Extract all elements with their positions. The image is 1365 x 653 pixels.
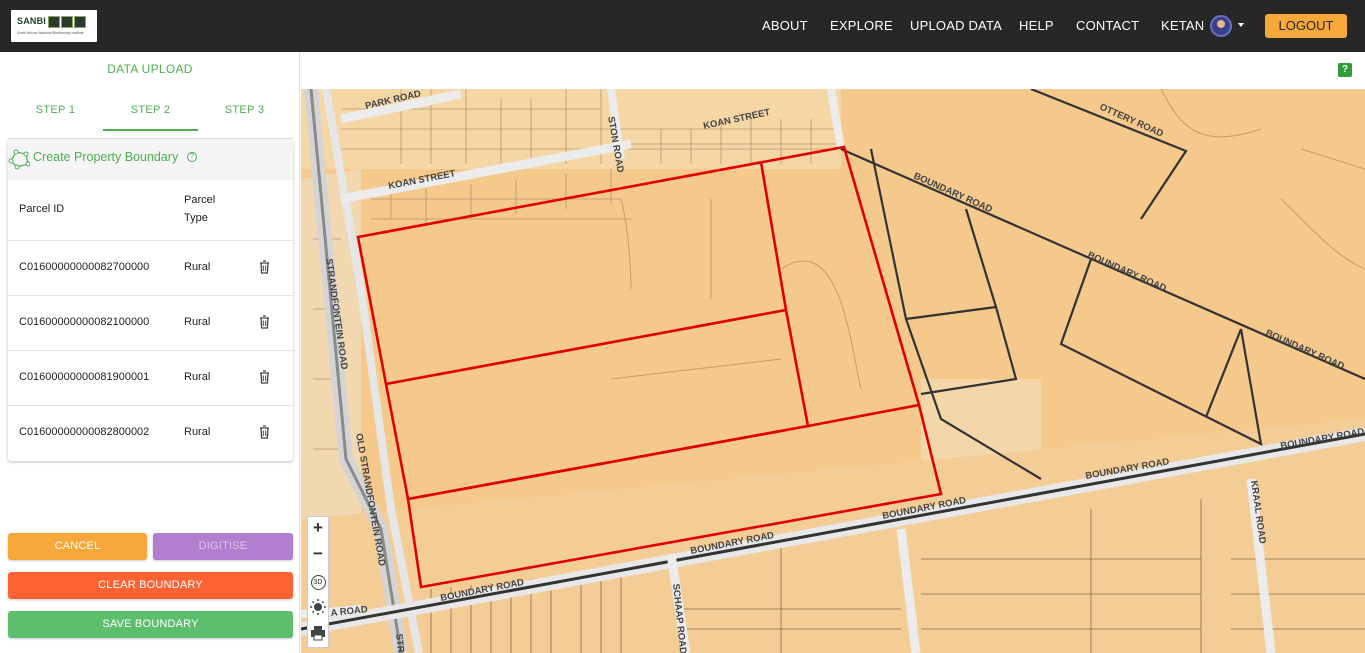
digitise-button[interactable]: DIGITISE <box>153 533 293 560</box>
sun-icon <box>310 599 326 615</box>
parcel-id: C01600000000082700000 <box>19 261 150 273</box>
chevron-down-icon[interactable] <box>1238 23 1244 27</box>
tabs-divider <box>8 138 293 139</box>
zoom-out-button[interactable]: − <box>308 544 328 564</box>
table-row[interactable]: C01600000000082800002 Rural <box>8 405 293 460</box>
parcel-id: C01600000000082800002 <box>19 426 150 438</box>
data-upload-panel: DATA UPLOAD STEP 1 STEP 2 STEP 3 Create … <box>0 52 300 653</box>
delete-icon[interactable] <box>259 370 270 384</box>
parcel-card: Create Property Boundary ? Parcel ID Par… <box>8 140 293 461</box>
help-icon[interactable]: ? <box>187 152 197 162</box>
help-icon[interactable]: ? <box>1338 63 1352 77</box>
save-boundary-button[interactable]: SAVE BOUNDARY <box>8 611 293 638</box>
map-controls: + − 3D <box>307 516 329 648</box>
panel-title: DATA UPLOAD <box>107 62 193 76</box>
create-property-boundary[interactable]: Create Property Boundary ? <box>8 140 293 180</box>
tab-step-3[interactable]: STEP 3 <box>197 104 292 116</box>
table-row[interactable]: C01600000000082100000 Rural <box>8 295 293 350</box>
cancel-button[interactable]: CANCEL <box>8 533 147 560</box>
label-str: STR <box>393 633 406 653</box>
parcel-type: Rural <box>184 261 211 273</box>
column-header-parcel-type: Parcel Type <box>184 191 215 227</box>
delete-icon[interactable] <box>259 260 270 274</box>
parcel-type: Rural <box>184 371 211 383</box>
column-header-parcel-id: Parcel ID <box>19 203 65 215</box>
map-svg[interactable]: PARK ROAD STON ROAD KOAN STREET KOAN STR… <box>301 89 1365 653</box>
print-icon <box>311 626 325 641</box>
brightness-button[interactable] <box>308 597 328 619</box>
print-button[interactable] <box>308 623 328 645</box>
delete-icon[interactable] <box>259 315 270 329</box>
active-tab-indicator <box>103 129 198 131</box>
view-3d-label: 3D <box>310 575 326 590</box>
avatar[interactable] <box>1210 15 1232 37</box>
label-boundary-road: BOUNDARY ROAD <box>1086 250 1168 295</box>
table-row[interactable]: C01600000000081900001 Rural <box>8 350 293 405</box>
label-koan-street: KOAN STREET <box>387 168 456 192</box>
nav-help[interactable]: HELP <box>1019 0 1054 52</box>
clear-boundary-button[interactable]: CLEAR BOUNDARY <box>8 572 293 599</box>
zoom-in-button[interactable]: + <box>308 518 328 538</box>
column-header-parcel-type-line: Type <box>184 212 208 224</box>
logo-text: SANBI <box>17 16 47 26</box>
property-lines <box>840 89 1365 480</box>
nav-explore[interactable]: EXPLORE <box>830 0 893 52</box>
label-boundary-road: BOUNDARY ROAD <box>912 171 994 216</box>
view-3d-button[interactable]: 3D <box>308 575 328 590</box>
logo-mark-icon <box>74 16 86 28</box>
logo-mark-icon <box>48 16 60 28</box>
column-header-parcel-type-line: Parcel <box>184 194 216 206</box>
parcel-id: C01600000000082100000 <box>19 316 150 328</box>
label-boundary-road: BOUNDARY ROAD <box>1264 328 1346 373</box>
parcel-type: Rural <box>184 316 211 328</box>
tab-step-2[interactable]: STEP 2 <box>103 104 198 116</box>
nav-contact[interactable]: CONTACT <box>1076 0 1139 52</box>
tab-step-1[interactable]: STEP 1 <box>8 104 103 116</box>
delete-icon[interactable] <box>259 425 270 439</box>
logo-mark-icon <box>61 16 73 28</box>
map-toolbar <box>301 52 1365 89</box>
nav-upload-data[interactable]: UPLOAD DATA <box>910 0 1002 52</box>
parcel-id: C01600000000081900001 <box>19 371 150 383</box>
logout-button[interactable]: LOGOUT <box>1265 14 1347 38</box>
logo-tagline: South African National Biodiversity Inst… <box>17 31 84 35</box>
table-row[interactable]: C01600000000082700000 Rural <box>8 240 293 295</box>
create-property-boundary-label: Create Property Boundary <box>33 150 179 164</box>
map-canvas[interactable]: PARK ROAD STON ROAD KOAN STREET KOAN STR… <box>301 89 1365 653</box>
polygon-draw-icon <box>8 149 30 170</box>
top-navbar: SANBI South African National Biodiversit… <box>0 0 1365 52</box>
sanbi-logo[interactable]: SANBI South African National Biodiversit… <box>11 10 97 42</box>
parcel-type: Rural <box>184 426 211 438</box>
nav-about[interactable]: ABOUT <box>762 0 808 52</box>
user-name[interactable]: KETAN <box>1161 0 1204 52</box>
